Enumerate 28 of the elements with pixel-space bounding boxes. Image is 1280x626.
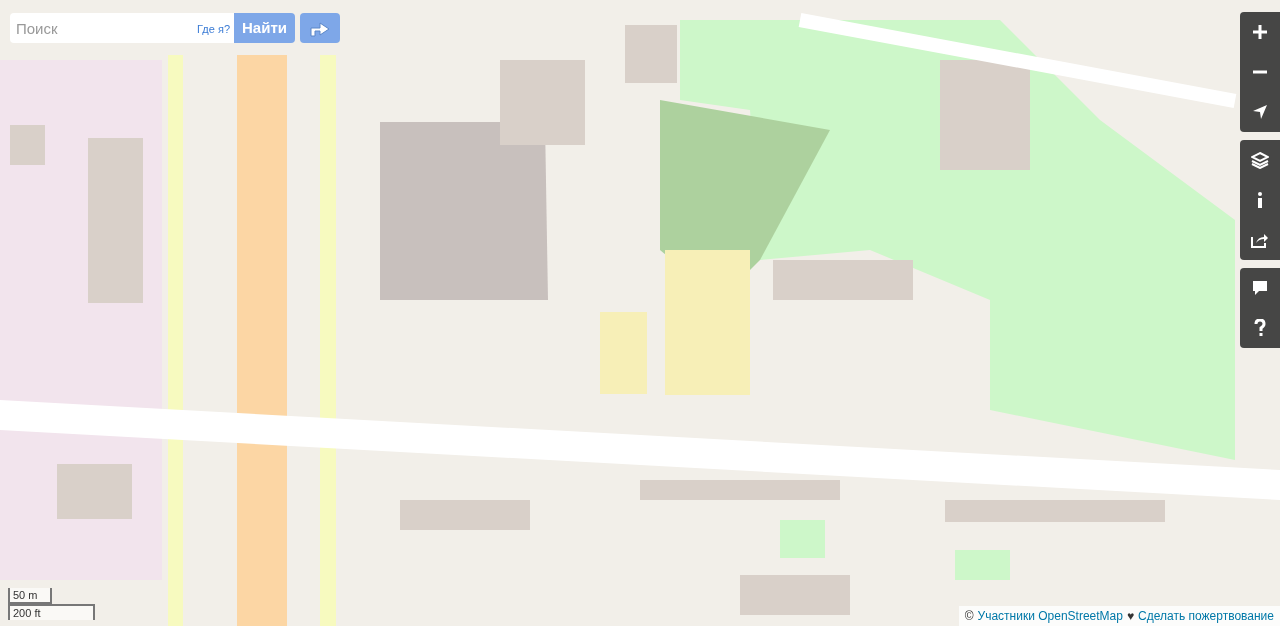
building bbox=[625, 25, 677, 83]
layers-button[interactable] bbox=[1240, 140, 1280, 180]
heart-sign: ♥ bbox=[1126, 608, 1135, 625]
speech-bubble-icon bbox=[1252, 280, 1268, 296]
minus-icon bbox=[1252, 70, 1268, 74]
scale-bar: 50 m bbox=[8, 588, 52, 604]
locate-button[interactable] bbox=[1240, 92, 1280, 132]
search-button[interactable]: Найти bbox=[234, 13, 295, 43]
directions-button[interactable] bbox=[299, 13, 340, 43]
add-note-button[interactable] bbox=[1240, 268, 1280, 308]
playground bbox=[780, 520, 825, 558]
zoom-in-button[interactable] bbox=[1240, 12, 1280, 52]
plus-icon bbox=[1252, 24, 1268, 40]
share-icon bbox=[1251, 232, 1269, 248]
copyright-sign: © bbox=[964, 608, 974, 625]
location-arrow-icon bbox=[1252, 104, 1268, 120]
contributors-link[interactable]: Участники OpenStreetMap bbox=[977, 607, 1123, 625]
donate-link[interactable]: Сделать пожертвование bbox=[1138, 607, 1274, 625]
info-icon bbox=[1257, 192, 1263, 208]
query-button[interactable] bbox=[1240, 308, 1280, 348]
playground bbox=[955, 550, 1010, 580]
building bbox=[10, 125, 45, 165]
search-field[interactable]: Поиск Где я? bbox=[10, 13, 234, 43]
layers-icon bbox=[1251, 151, 1269, 169]
scale-bar: 200 ft bbox=[8, 604, 95, 620]
question-icon bbox=[1254, 319, 1266, 337]
share-button[interactable] bbox=[1240, 220, 1280, 260]
where-am-i-link[interactable]: Где я? bbox=[197, 21, 230, 38]
